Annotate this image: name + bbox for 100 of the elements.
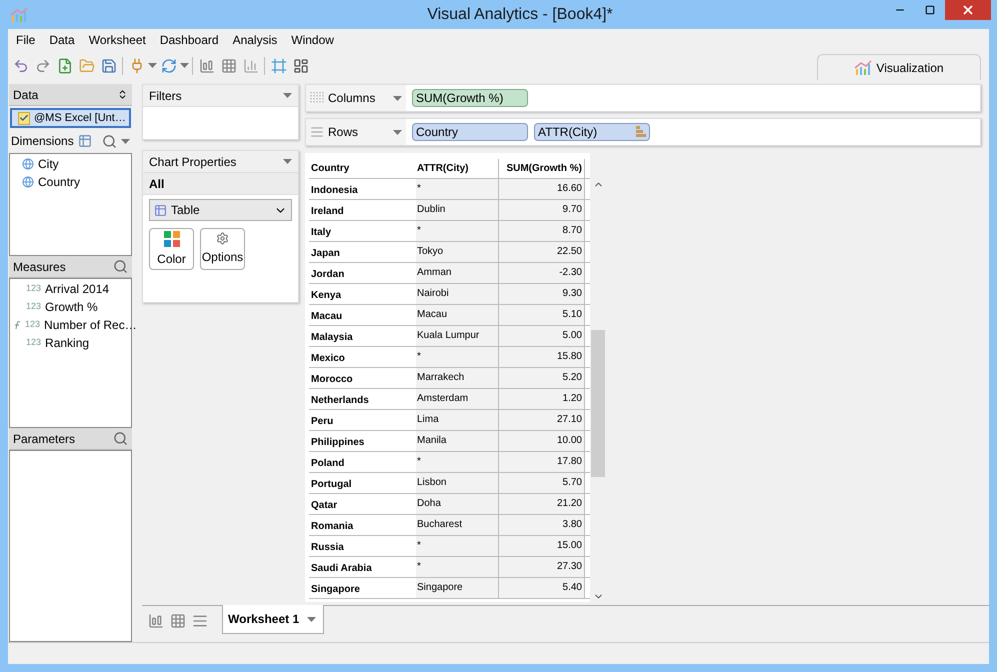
view-tab[interactable]: Visualization	[817, 54, 981, 80]
table-cell-text: Indonesia	[310, 184, 359, 198]
table-cell: 9.30	[499, 284, 585, 304]
field-pill[interactable]: Country	[412, 123, 528, 141]
measure-item[interactable]: Ranking	[45, 334, 90, 352]
table-cell: Singapore	[416, 578, 499, 598]
chart-type-dropdown[interactable]: Table	[149, 199, 292, 221]
search-icon[interactable]	[102, 134, 117, 148]
measure-item[interactable]: Arrival 2014	[45, 280, 110, 298]
source-checkbox[interactable]	[18, 112, 30, 124]
table-cell: *	[416, 221, 499, 241]
table-cell-text: Netherlands	[310, 394, 370, 408]
table-cell: Kuala Lumpur	[416, 326, 499, 346]
globe-icon	[22, 176, 34, 188]
table-cell-text: Qatar	[310, 499, 338, 513]
menu-item[interactable]: Data	[49, 31, 75, 49]
caret-icon[interactable]	[283, 93, 292, 98]
table-cell-text: Portugal	[310, 478, 353, 492]
caret-icon[interactable]	[148, 63, 157, 68]
add-grid-icon[interactable]	[170, 613, 186, 629]
sort-bars-icon	[636, 126, 646, 138]
color-grid-icon	[164, 230, 180, 246]
table-cell: 1.20	[499, 389, 585, 409]
table-cell: 8.70	[499, 221, 585, 241]
dimension-item[interactable]: Country	[38, 173, 80, 191]
sheet-tab[interactable]: Worksheet 1	[222, 605, 324, 634]
table-cell: 21.20	[499, 494, 585, 514]
table-cell-text: Russia	[310, 541, 345, 555]
sort-icon[interactable]	[117, 89, 128, 100]
menu-item[interactable]: Window	[291, 31, 334, 49]
table-cell: 15.80	[499, 347, 585, 367]
close-button[interactable]	[945, 0, 991, 20]
table-cell: Tokyo	[416, 242, 499, 262]
number-type-label: 123	[25, 318, 40, 332]
panel-title: Chart Properties	[149, 154, 238, 170]
number-type-label: 123	[26, 300, 42, 314]
table-cell-text: Peru	[310, 415, 334, 429]
data-source-item[interactable]: @MS Excel [Unt…	[10, 108, 131, 128]
list-icon[interactable]	[192, 613, 208, 629]
column-header: ATTR(City)	[416, 159, 499, 178]
table-cell: Marrakech	[416, 368, 499, 388]
caret-icon[interactable]	[120, 138, 130, 144]
table-cell-text: Jordan	[310, 268, 346, 282]
formula-icon	[14, 320, 21, 330]
table-cell: 5.70	[499, 473, 585, 493]
maximize-icon[interactable]	[925, 5, 935, 15]
number-type-label: 123	[26, 336, 42, 350]
measure-item[interactable]: Number of Rec…	[44, 316, 137, 334]
table-cell: 10.00	[499, 431, 585, 451]
table-cell: *	[416, 536, 499, 556]
table-cell: 27.30	[499, 557, 585, 577]
table-cell-text: Mexico	[310, 352, 346, 366]
table-cell-text: Macau	[310, 310, 344, 324]
number-type-label: 123	[26, 282, 42, 296]
options-button[interactable]: Options	[200, 228, 245, 270]
search-icon[interactable]	[113, 259, 128, 274]
panel-title: Filters	[149, 88, 183, 104]
table-icon[interactable]	[78, 134, 92, 148]
dimension-item[interactable]: City	[38, 155, 59, 173]
menu-item[interactable]: Analysis	[232, 31, 278, 49]
table-cell: Nairobi	[416, 284, 499, 304]
chart-logo-icon	[10, 6, 28, 22]
table-cell: Macau	[416, 305, 499, 325]
caret-icon[interactable]	[393, 96, 402, 100]
table-cell-text: Malaysia	[310, 331, 354, 345]
color-button[interactable]: Color	[149, 228, 194, 270]
table-cell-text: Italy	[310, 226, 332, 240]
chart-logo-icon	[854, 60, 872, 76]
table-cell: Doha	[416, 494, 499, 514]
globe-icon	[22, 158, 34, 170]
table-icon	[154, 204, 167, 216]
caret-icon[interactable]	[283, 159, 292, 164]
table-cell-text: Japan	[310, 247, 341, 261]
gear-icon	[216, 232, 229, 245]
table-cell: Amsterdam	[416, 389, 499, 409]
caret-icon[interactable]	[180, 63, 189, 68]
menu-item[interactable]: Dashboard	[160, 31, 219, 49]
table-cell: 16.60	[499, 179, 585, 199]
table-cell: 9.70	[499, 200, 585, 220]
table-cell-text: Poland	[310, 457, 346, 471]
panel-title: Data	[13, 86, 40, 104]
table-cell: Manila	[416, 431, 499, 451]
field-pill[interactable]: ATTR(City)	[534, 123, 650, 141]
table-cell: 5.20	[499, 368, 585, 388]
table-cell: 17.80	[499, 452, 585, 472]
caret-icon[interactable]	[393, 130, 402, 134]
measure-item[interactable]: Growth %	[45, 298, 98, 316]
table-cell: -2.30	[499, 263, 585, 283]
table-cell: *	[416, 557, 499, 577]
menu-item[interactable]: File	[16, 31, 36, 49]
table-cell: *	[416, 179, 499, 199]
panel-title: Dimensions	[11, 133, 74, 150]
table-cell-text: Saudi Arabia	[310, 562, 373, 576]
menu-item[interactable]: Worksheet	[88, 31, 146, 49]
search-icon[interactable]	[113, 431, 128, 446]
table-cell: *	[416, 452, 499, 472]
table-cell: 5.10	[499, 305, 585, 325]
field-pill[interactable]: SUM(Growth %)	[412, 89, 528, 107]
caret-icon[interactable]	[307, 616, 316, 622]
add-chart-icon[interactable]	[148, 613, 164, 629]
